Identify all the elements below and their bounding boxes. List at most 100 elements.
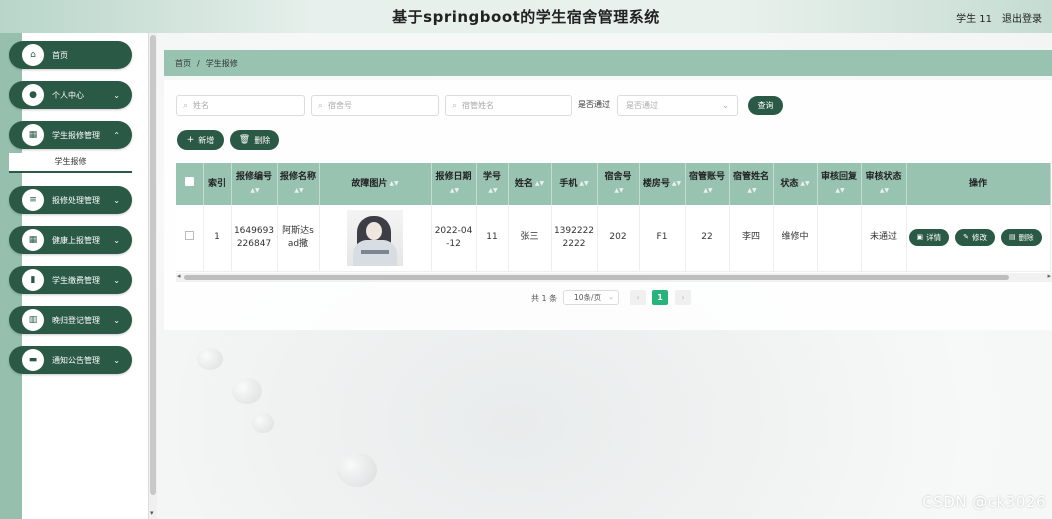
sidebar-item-home[interactable]: ⌂ 首页: [9, 41, 132, 69]
cell-manager-name: 李四: [729, 205, 774, 272]
app-title: 基于springboot的学生宿舍管理系统: [392, 8, 660, 26]
scroll-right-arrow-icon[interactable]: ▸: [1047, 272, 1051, 280]
current-user: 学生 11: [956, 14, 992, 25]
column-header[interactable]: 姓名 ▲▼: [508, 163, 552, 205]
cell-manager-account: 22: [685, 205, 730, 272]
column-header: 操作: [906, 163, 1051, 205]
sidebar-item-label: 健康上报管理: [52, 235, 100, 245]
row-delete-button[interactable]: ▤ 删除: [1001, 229, 1042, 247]
column-header[interactable]: 楼房号 ▲▼: [639, 163, 686, 205]
sort-icon: ▲▼: [614, 186, 624, 194]
cell-student-no: 11: [476, 205, 509, 272]
approval-filter-label: 是否通过: [578, 100, 610, 109]
name-search-input[interactable]: ⌕ 姓名: [176, 95, 305, 116]
sort-icon: ▲▼: [534, 180, 545, 187]
column-header[interactable]: 宿管账号▲▼: [685, 163, 730, 205]
sidebar-item-late-return[interactable]: ▥ 晚归登记管理 ⌄: [9, 306, 132, 334]
manager-search-input[interactable]: ⌕ 宿管姓名: [445, 95, 572, 116]
chevron-down-icon: ⌄: [608, 293, 614, 301]
column-header[interactable]: 状态 ▲▼: [773, 163, 818, 205]
sort-icon: ▲▼: [488, 186, 498, 194]
water-drop-decoration: [337, 453, 377, 487]
breadcrumb: 首页 / 学生报修: [164, 50, 1052, 76]
trash-icon: 🗑: [238, 135, 251, 145]
breadcrumb-separator: /: [197, 58, 200, 68]
column-header[interactable]: 报修名称▲▼: [277, 163, 320, 205]
sidebar-scrollbar[interactable]: ▾: [148, 33, 157, 519]
sidebar-item-label: 个人中心: [52, 90, 84, 100]
water-drop-decoration: [232, 378, 262, 404]
sidebar-item-profile[interactable]: ● 个人中心 ⌄: [9, 81, 132, 109]
search-icon: ⌕: [318, 100, 324, 111]
top-bar: 基于springboot的学生宿舍管理系统 学生 11 退出登录: [0, 0, 1052, 33]
cell-repair-no: 1649693226847: [231, 205, 278, 272]
delete-button[interactable]: 🗑 删除: [230, 130, 279, 150]
approval-filter-select[interactable]: 是否通过 ⌄: [617, 95, 738, 116]
sidebar-item-repair-process[interactable]: ≡ 报修处理管理 ⌄: [9, 186, 132, 214]
breadcrumb-home[interactable]: 首页: [175, 58, 191, 69]
chevron-up-icon: ⌃: [113, 130, 120, 140]
page-number-button[interactable]: 1: [652, 290, 668, 305]
grid-icon: ▦: [22, 124, 44, 146]
table-horizontal-scrollbar[interactable]: ◂ ▸: [176, 272, 1052, 282]
sidebar-item-notice[interactable]: ▬ 通知公告管理 ⌄: [9, 346, 132, 374]
cell-building-no: F1: [639, 205, 686, 272]
scrollbar-thumb[interactable]: [184, 275, 1009, 280]
cell-name: 张三: [508, 205, 552, 272]
sort-icon: ▲▼: [835, 186, 845, 194]
cell-status: 维修中: [773, 205, 818, 272]
cell-phone: 13922222222: [551, 205, 598, 272]
row-checkbox[interactable]: [176, 205, 204, 272]
column-header[interactable]: 故障图片 ▲▼: [319, 163, 432, 205]
cell-dorm-no: 202: [597, 205, 640, 272]
add-button[interactable]: + 新增: [177, 130, 224, 150]
cell-repair-name: 阿斯达sad撒: [277, 205, 320, 272]
chevron-down-icon: ⌄: [113, 355, 120, 365]
sort-icon: ▲▼: [250, 186, 260, 194]
fault-photo-image[interactable]: [347, 209, 403, 266]
query-button[interactable]: 查询: [748, 96, 783, 115]
column-header[interactable]: 宿管姓名▲▼: [729, 163, 774, 205]
page-size-select[interactable]: 10条/页 ⌄: [563, 290, 619, 305]
sidebar-item-label: 学生报修管理: [52, 130, 100, 140]
column-header[interactable]: 手机 ▲▼: [551, 163, 598, 205]
scrollbar-thumb[interactable]: [150, 35, 156, 495]
trash-icon: ▤: [1009, 233, 1016, 242]
column-header[interactable]: 报修日期▲▼: [431, 163, 477, 205]
sidebar-item-health[interactable]: ▦ 健康上报管理 ⌄: [9, 226, 132, 254]
column-header[interactable]: 学号▲▼: [476, 163, 509, 205]
cell-operations: ▣ 详情 ✎ 修改 ▤ 删除: [906, 205, 1051, 272]
sort-icon: ▲▼: [800, 180, 810, 187]
chart-icon: ▮: [22, 269, 44, 291]
edit-button[interactable]: ✎ 修改: [955, 229, 995, 247]
sort-icon: ▲▼: [671, 180, 682, 187]
next-page-button[interactable]: ›: [675, 290, 691, 305]
column-header[interactable]: 审核状态▲▼: [861, 163, 907, 205]
column-header[interactable]: 宿舍号▲▼: [597, 163, 640, 205]
cell-fault-image[interactable]: [319, 205, 432, 272]
scroll-left-arrow-icon[interactable]: ◂: [177, 272, 181, 280]
calendar-icon: ▥: [22, 309, 44, 331]
sidebar-item-label: 首页: [52, 50, 68, 60]
column-header[interactable]: 审核回复▲▼: [817, 163, 862, 205]
cell-index: 1: [203, 205, 232, 272]
select-all-checkbox[interactable]: [176, 163, 204, 205]
column-header[interactable]: 报修编号▲▼: [231, 163, 278, 205]
scroll-down-arrow-icon[interactable]: ▾: [150, 509, 154, 517]
sidebar-subitem-student-repair[interactable]: 学生报修: [9, 153, 132, 173]
sidebar-item-payment[interactable]: ▮ 学生缴费管理 ⌄: [9, 266, 132, 294]
chevron-down-icon: ⌄: [722, 101, 729, 110]
home-icon: ⌂: [22, 44, 44, 66]
chevron-down-icon: ⌄: [113, 275, 120, 285]
message-icon: ▬: [22, 349, 44, 371]
prev-page-button[interactable]: ‹: [630, 290, 646, 305]
pagination-total: 共 1 条: [531, 294, 558, 303]
sidebar-item-repair[interactable]: ▦ 学生报修管理 ⌃: [9, 121, 132, 149]
detail-button[interactable]: ▣ 详情: [908, 229, 950, 247]
sort-icon: ▲▼: [449, 186, 460, 194]
cell-date: 2022-04-12: [431, 205, 477, 272]
logout-link[interactable]: 退出登录: [1002, 10, 1042, 25]
repair-table: 索引 报修编号▲▼ 报修名称▲▼ 故障图片 ▲▼ 报修日期▲▼ 学号▲▼ 姓名 ▲▼…: [176, 163, 1052, 283]
dorm-search-input[interactable]: ⌕ 宿舍号: [311, 95, 439, 116]
edit-icon: ✎: [963, 233, 969, 242]
